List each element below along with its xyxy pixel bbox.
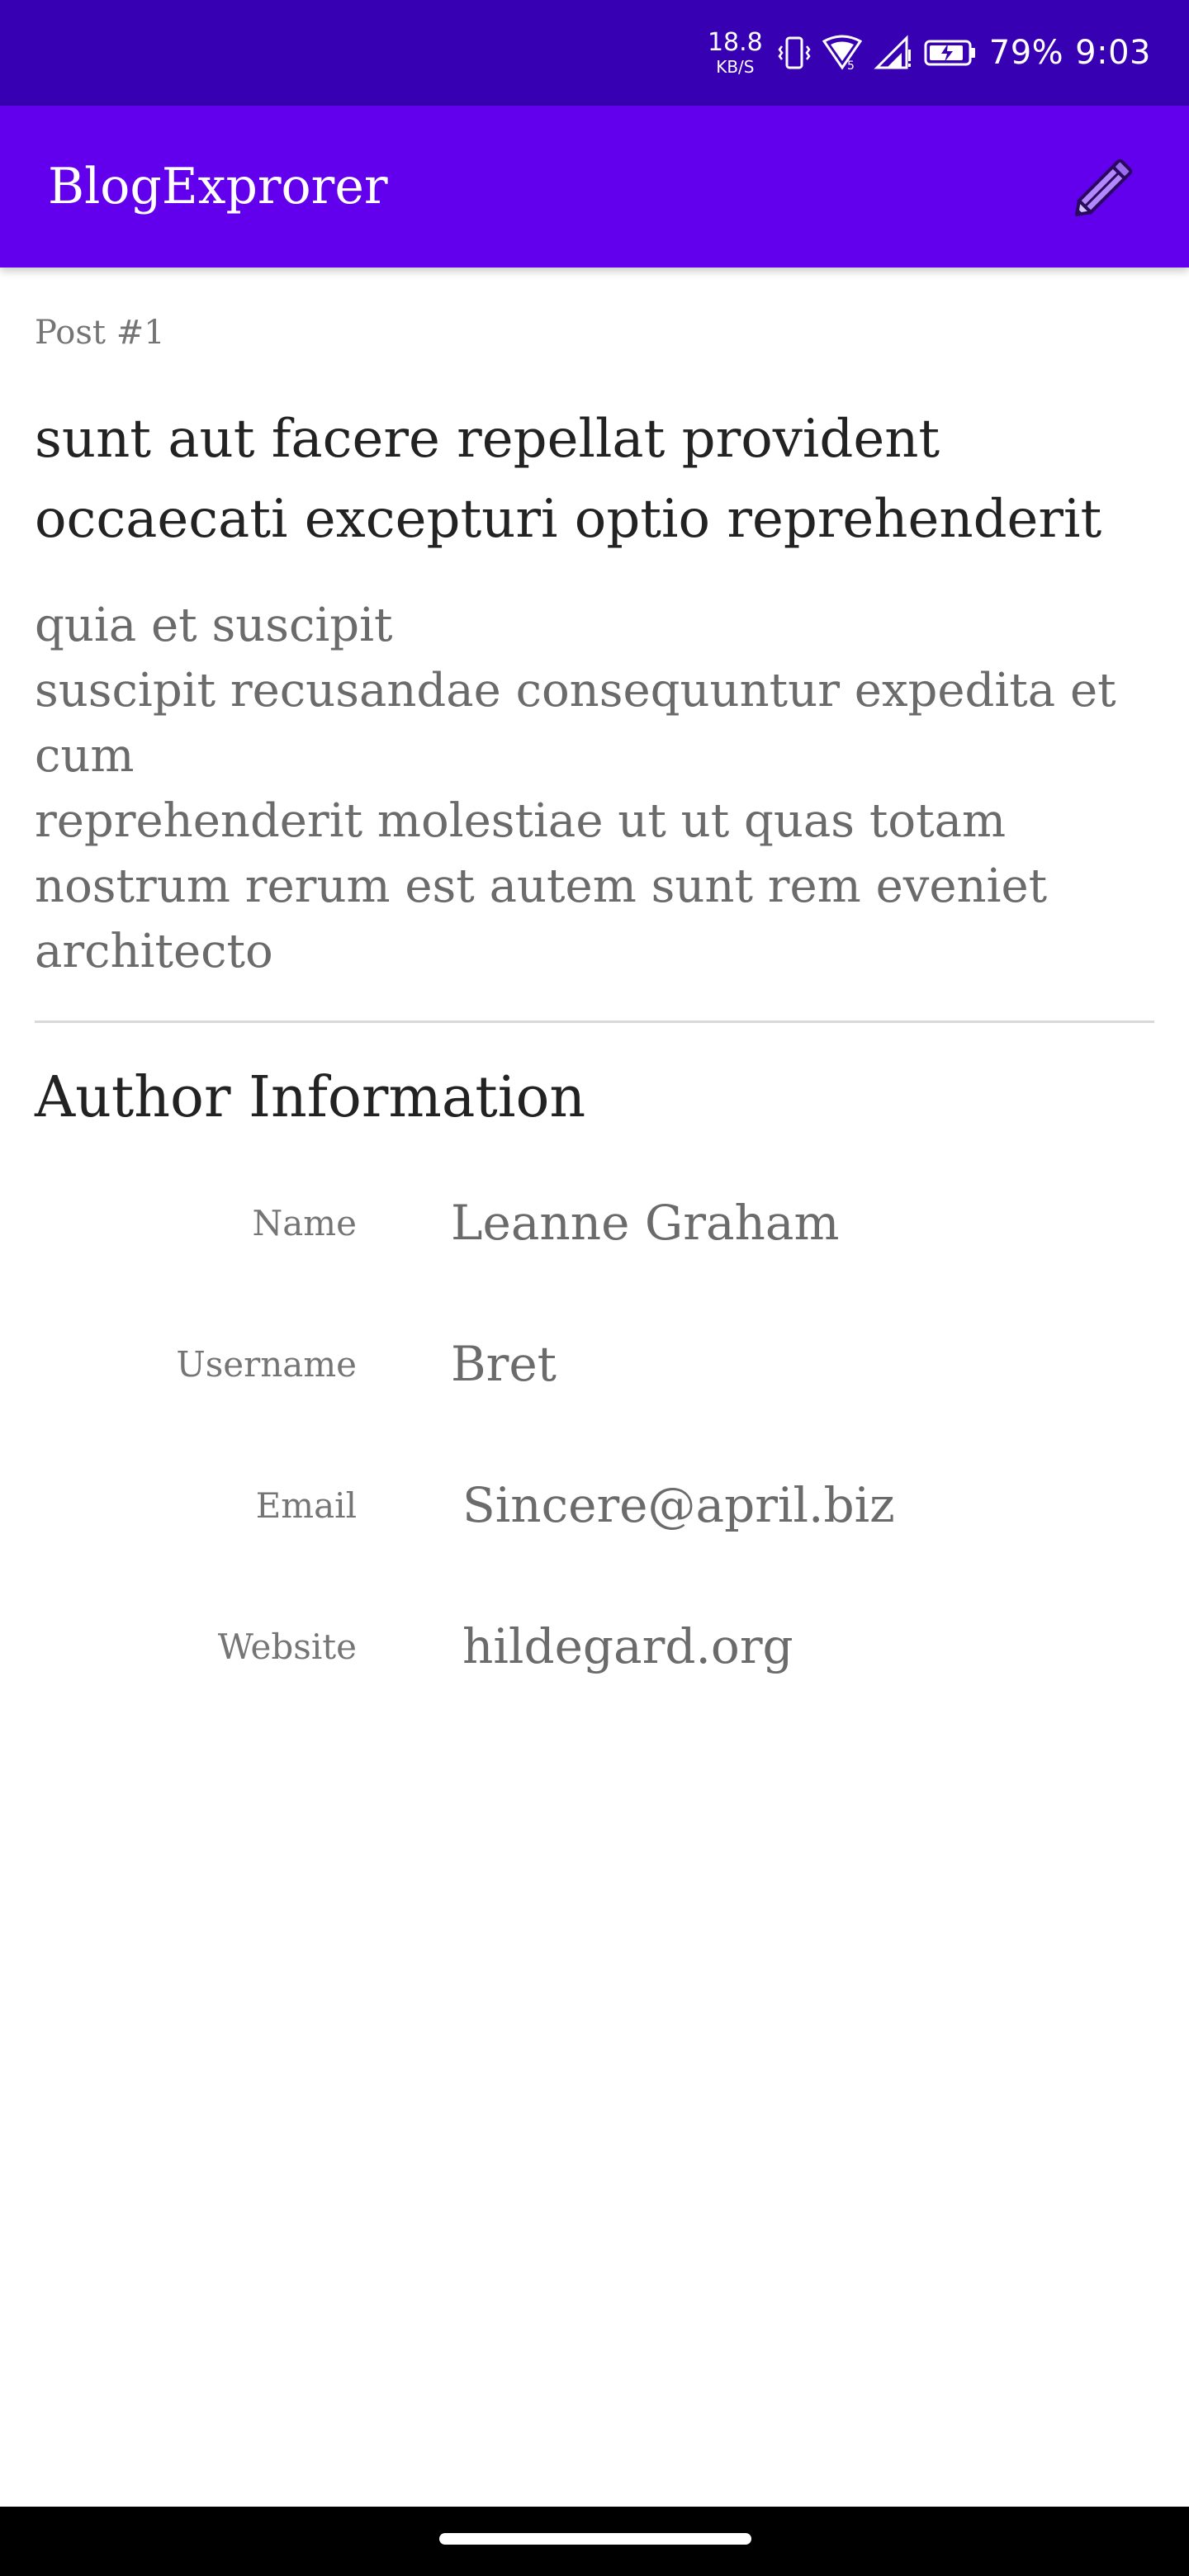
author-email-row: Email Sincere@april.biz [0,1460,1189,1551]
battery-percent: 79% [988,34,1064,72]
edit-button[interactable] [1059,140,1151,233]
author-username-value: Bret [451,1336,557,1392]
author-website-row: Website hildegard.org [0,1601,1189,1692]
author-section-title: Author Information [35,1065,586,1130]
author-website-value: hildegard.org [462,1618,793,1674]
author-email-value: Sincere@april.biz [462,1477,895,1533]
author-name-value: Leanne Graham [451,1195,840,1251]
status-bar: 18.8 KB/S 5 79% 9:03 [0,0,1189,106]
network-speed: 18.8 KB/S [707,28,763,77]
author-name-row: Name Leanne Graham [0,1177,1189,1268]
vibrate-icon [778,35,811,71]
post-number-label: Post #1 [35,314,165,352]
svg-text:5: 5 [847,59,855,71]
network-speed-value: 18.8 [707,28,763,57]
app-bar: BlogExprorer [0,106,1189,268]
author-name-label: Name [252,1202,357,1243]
pencil-icon [1075,159,1133,216]
status-icons: 18.8 KB/S 5 79% 9:03 [708,0,1151,106]
author-website-label: Website [217,1626,357,1667]
network-speed-unit: KB/S [716,57,755,77]
author-username-label: Username [176,1343,357,1385]
app-title: BlogExprorer [48,158,388,215]
wifi-icon: 5 [822,35,862,71]
navigation-bar [0,2507,1189,2576]
post-title: sunt aut facere repellat provident occae… [35,409,1102,550]
battery-charging-icon [923,36,978,69]
clock: 9:03 [1075,34,1151,72]
post-body: quia et suscipit suscipit recusandae con… [35,599,1116,978]
author-email-label: Email [255,1485,357,1526]
author-username-row: Username Bret [0,1319,1189,1409]
home-gesture-handle[interactable] [439,2533,751,2545]
signal-icon [874,35,912,71]
divider [35,1020,1154,1023]
